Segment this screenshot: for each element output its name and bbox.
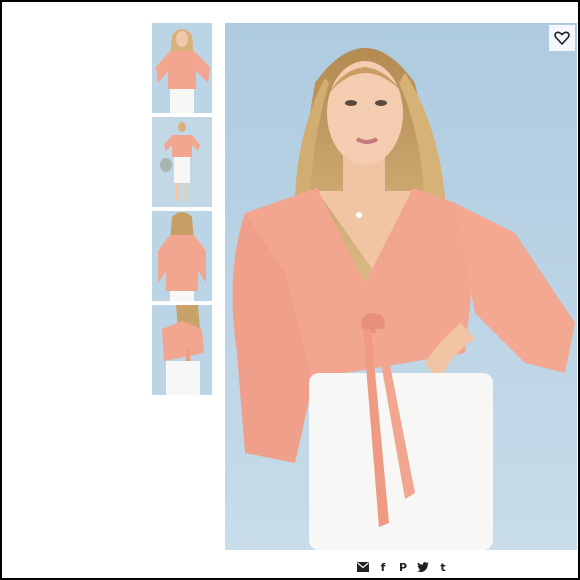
model-back-view-image [152,211,212,301]
main-product-image [225,23,577,550]
heart-icon [554,31,570,46]
twitter-icon[interactable] [416,560,430,574]
like-button[interactable] [549,25,575,51]
model-side-tie-view-image [152,305,212,395]
thumbnail-front-view[interactable] [152,23,212,113]
tumblr-icon[interactable]: t [436,560,450,574]
thumbnail-back-view[interactable] [152,211,212,301]
envelope-shape [357,562,369,572]
thumbnail-side-tie-view[interactable] [152,305,212,395]
facebook-icon[interactable]: f [376,560,390,574]
product-gallery-page: f P t [2,2,578,578]
pinterest-icon[interactable]: P [396,560,410,574]
thumbnail-full-length-view[interactable] [152,117,212,207]
model-front-view-image [152,23,212,113]
share-bar: f P t [356,560,450,574]
model-full-length-view-image [152,117,212,207]
bird-shape [417,562,429,572]
email-icon[interactable] [356,560,370,574]
model-wearing-peach-tie-front-top-image [225,23,577,550]
